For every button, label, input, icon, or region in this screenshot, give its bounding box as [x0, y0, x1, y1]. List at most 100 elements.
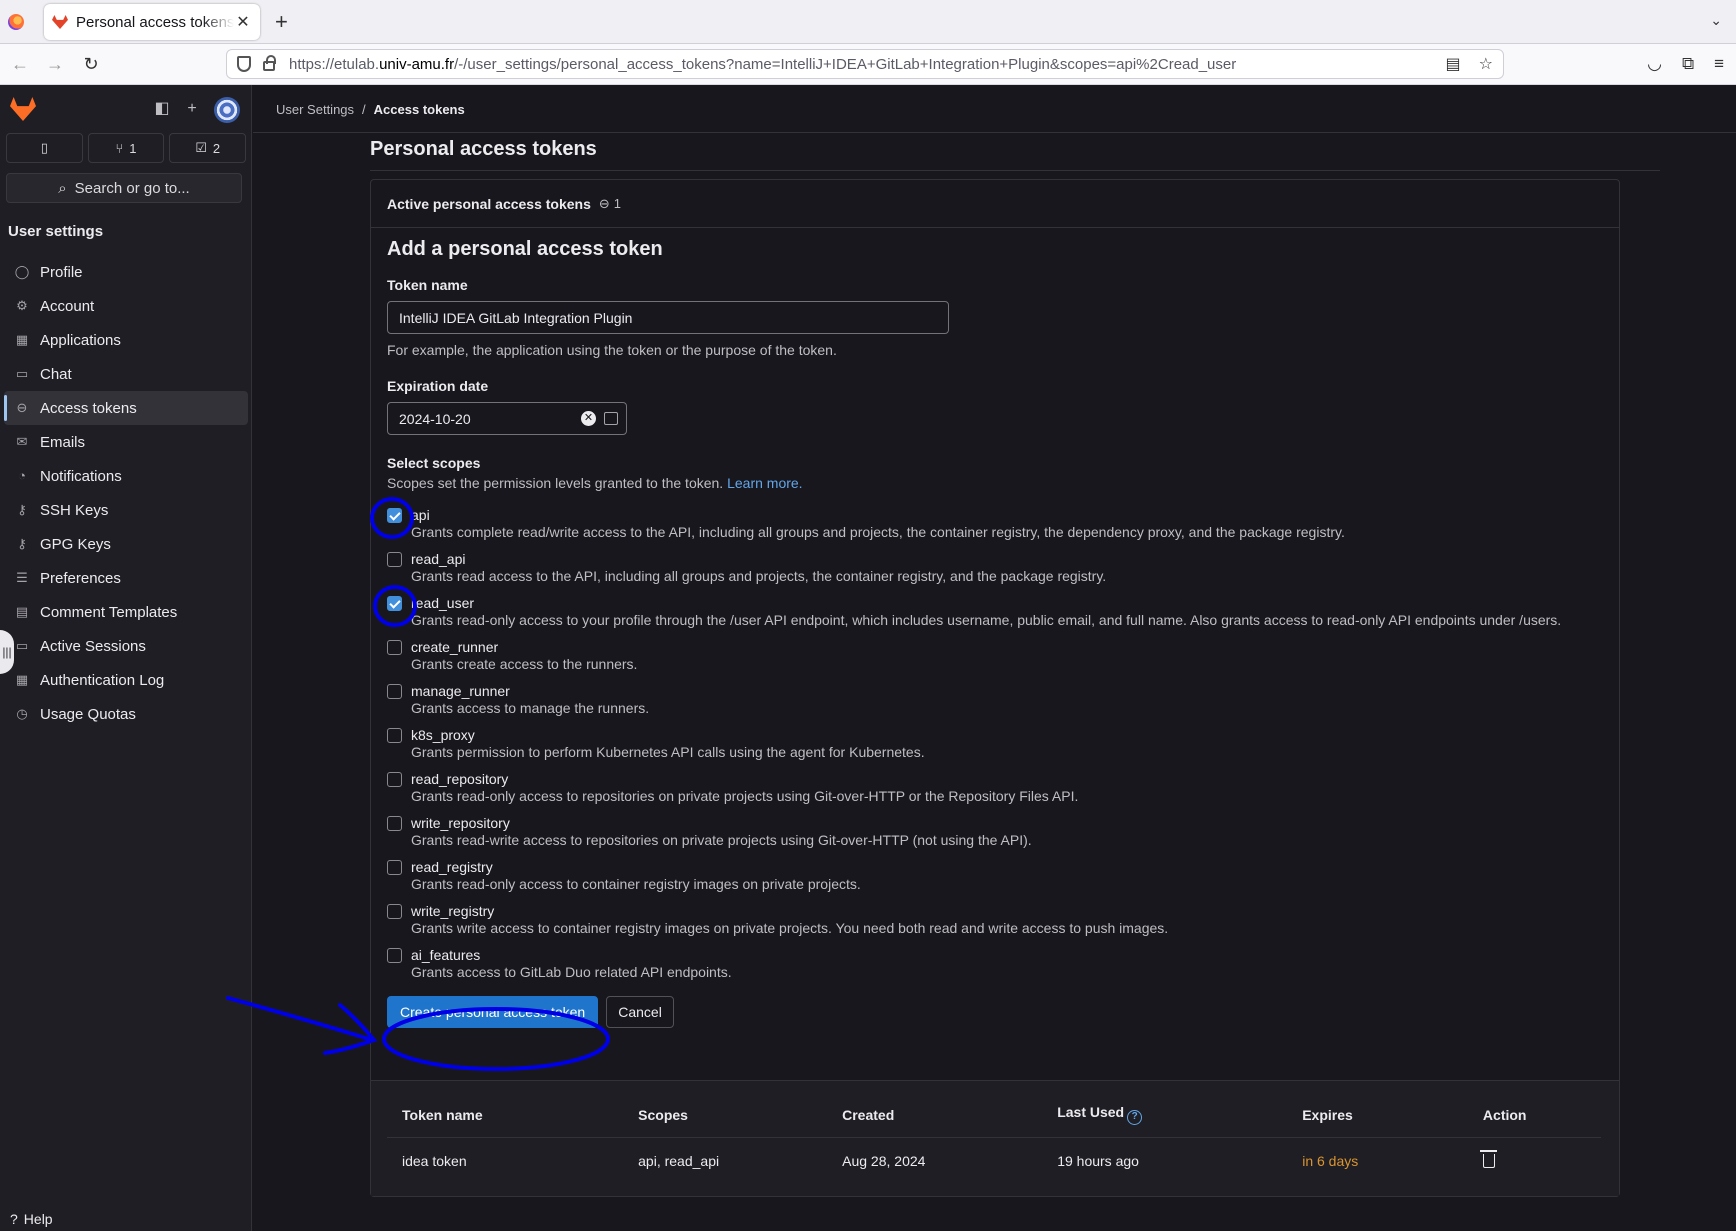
trash-icon[interactable] [1479, 1150, 1497, 1169]
scope-checkbox-k8s_proxy[interactable] [387, 728, 402, 743]
sidebar-item-emails[interactable]: ✉ Emails [4, 425, 248, 459]
scope-checkbox-write_repository[interactable] [387, 816, 402, 831]
sidebar-item-label: Active Sessions [40, 637, 146, 655]
sidebar-item-label: Comment Templates [40, 603, 178, 621]
breadcrumb-current[interactable]: Access tokens [374, 102, 465, 117]
sidebar-item-usage-quotas[interactable]: ◷ Usage Quotas [4, 697, 248, 731]
column-header-label: Created [842, 1106, 895, 1123]
pocket-icon[interactable]: ◡ [1647, 54, 1662, 74]
breadcrumb-parent[interactable]: User Settings [276, 102, 354, 117]
search-button[interactable]: ⌕ Search or go to... [6, 173, 242, 203]
scope-description: Grants read-write access to repositories… [411, 832, 1032, 848]
scope-checkbox-write_registry[interactable] [387, 904, 402, 919]
count-button-issues[interactable]: ▯ [6, 133, 83, 163]
sidebar-item-account[interactable]: ⚙ Account [4, 289, 248, 323]
sidebar-item-authentication-log[interactable]: ▦ Authentication Log [4, 663, 248, 697]
table-header-row: Token name Scopes Created Last Used? Expires… [387, 1093, 1601, 1138]
form-actions: Create personal access token Cancel [387, 996, 1607, 1028]
expiration-date-input[interactable]: 2024-10-20 ✕ [387, 402, 627, 435]
sidebar-item-active-sessions[interactable]: ▭ Active Sessions [4, 629, 248, 663]
reader-view-icon[interactable]: ▤ [1446, 54, 1461, 74]
close-tab-icon[interactable]: ✕ [234, 12, 252, 32]
token-name-input[interactable] [387, 301, 949, 334]
url-text[interactable]: https://etulab.univ-amu.fr/-/user_settin… [289, 56, 1446, 73]
add-token-form: Add a personal access token Token name F… [387, 238, 1607, 1028]
question-icon[interactable]: ? [1127, 1110, 1143, 1126]
sidebar-item-preferences[interactable]: ☰ Preferences [4, 561, 248, 595]
scope-name[interactable]: api [411, 505, 1607, 525]
sidebar-item-profile[interactable]: ◯ Profile [4, 255, 248, 289]
scope-checkbox-read_user[interactable] [387, 596, 402, 611]
scope-checkbox-read_registry[interactable] [387, 860, 402, 875]
menu-icon[interactable]: ≡ [1714, 54, 1724, 74]
scope-name[interactable]: k8s_proxy [411, 725, 1607, 745]
scopes-help: Scopes set the permission levels granted… [387, 475, 1607, 491]
monitor-icon: ▭ [15, 638, 29, 653]
extensions-icon[interactable]: ⧉ [1682, 54, 1694, 74]
sidebar-item-chat[interactable]: ▭ Chat [4, 357, 248, 391]
avatar[interactable] [214, 97, 240, 123]
key-icon: ⚷ [17, 536, 27, 551]
scope-checkbox-read_api[interactable] [387, 552, 402, 567]
scope-name[interactable]: read_user [411, 593, 1607, 613]
count-button-merge-request[interactable]: ⑂ 1 [87, 133, 165, 163]
sidebar-item-comment-templates[interactable]: ▤ Comment Templates [4, 595, 248, 629]
calendar-icon[interactable] [604, 412, 618, 425]
scope-name[interactable]: manage_runner [411, 681, 1607, 701]
token-name-help: For example, the application using the t… [387, 342, 837, 358]
sidebar-item-label: Usage Quotas [40, 705, 136, 723]
sidebar-item-ssh-keys[interactable]: ⚷ SSH Keys [4, 493, 248, 527]
tab-list-chevron-icon[interactable]: ⌄ [1710, 12, 1722, 29]
active-tokens-count: ⊖ 1 [599, 196, 621, 212]
reload-icon[interactable]: ↻ [79, 52, 103, 76]
help-link[interactable]: ? Help [10, 1211, 53, 1227]
search-label: Search or go to... [74, 179, 190, 197]
scope-name[interactable]: create_runner [411, 637, 1607, 657]
scope-checkbox-create_runner[interactable] [387, 640, 402, 655]
tokens-table-section: Token name Scopes Created Last Used? Expires… [371, 1080, 1619, 1196]
scope-description: Grants write access to container registr… [411, 920, 1169, 936]
cancel-button[interactable]: Cancel [606, 996, 674, 1028]
count-button-todo[interactable]: ☑ 2 [169, 133, 247, 163]
scope-name[interactable]: read_api [411, 549, 1607, 569]
scope-checkbox-read_repository[interactable] [387, 772, 402, 787]
forward-icon[interactable]: → [43, 52, 67, 76]
scope-write_repository: write_repository Grants read-write access… [387, 813, 1607, 848]
column-header: Scopes [623, 1093, 828, 1138]
sidebar-item-gpg-keys[interactable]: ⚷ GPG Keys [4, 527, 248, 561]
scope-name[interactable]: read_registry [411, 857, 1607, 877]
new-tab-button[interactable]: + [275, 9, 288, 35]
gitlab-logo-icon[interactable] [10, 97, 36, 121]
scope-read_registry: read_registry Grants read-only access to … [387, 857, 1607, 892]
bookmark-star-icon[interactable]: ☆ [1479, 54, 1493, 74]
scope-name[interactable]: write_repository [411, 813, 1607, 833]
scope-checkbox-ai_features[interactable] [387, 948, 402, 963]
sidebar-item-notifications[interactable]: ◔ Notifications [4, 459, 248, 493]
expiration-date-value: 2024-10-20 [399, 410, 471, 427]
token-icon: ⊖ [598, 195, 610, 211]
clear-date-icon[interactable]: ✕ [581, 411, 596, 426]
learn-more-link[interactable]: Learn more. [727, 475, 802, 491]
breadcrumb-separator: / [362, 102, 366, 117]
scope-description: Grants read-only access to your profile … [411, 612, 1562, 628]
sidebar-item-access-tokens[interactable]: ⊖ Access tokens [4, 391, 248, 425]
scope-name[interactable]: read_repository [411, 769, 1607, 789]
back-icon[interactable]: ← [8, 52, 32, 76]
scope-checkbox-api[interactable] [387, 508, 402, 523]
browser-tab[interactable]: Personal access tokens · GitLab ✕ [44, 4, 260, 40]
scope-read_api: read_api Grants read access to the API, i… [387, 549, 1607, 584]
scope-checkbox-manage_runner[interactable] [387, 684, 402, 699]
count-value: 2 [212, 140, 221, 156]
scope-name[interactable]: write_registry [411, 901, 1607, 921]
scope-name[interactable]: ai_features [411, 945, 1607, 965]
create-token-button[interactable]: Create personal access token [387, 996, 599, 1028]
shield-icon[interactable] [237, 56, 251, 72]
sidebar-item-label: Access tokens [40, 399, 137, 417]
log-icon: ▦ [15, 672, 29, 687]
create-new-icon[interactable]: + [180, 97, 204, 121]
lock-icon[interactable] [263, 55, 276, 71]
sidebar-item-applications[interactable]: ▦ Applications [4, 323, 248, 357]
column-header: Expires [1287, 1093, 1468, 1138]
url-bar[interactable]: https://etulab.univ-amu.fr/-/user_settin… [226, 49, 1504, 79]
toggle-sidebar-icon[interactable]: ◧ [150, 97, 174, 121]
